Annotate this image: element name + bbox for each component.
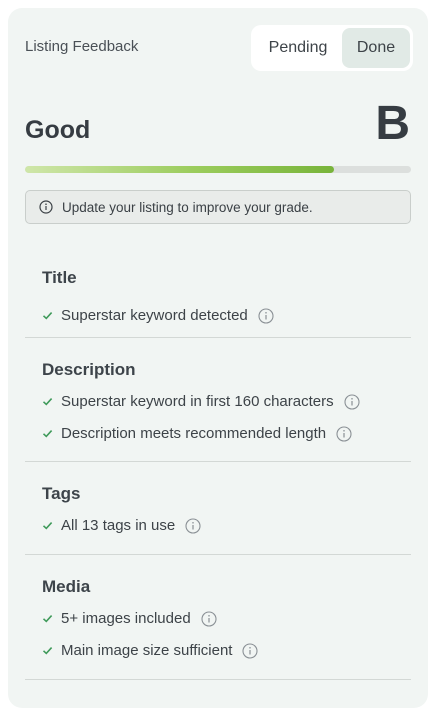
grade-label: Good [25, 116, 91, 144]
check-item-label: Main image size sufficient [61, 642, 233, 659]
notice-text: Update your listing to improve your grad… [62, 199, 313, 215]
info-icon[interactable] [201, 610, 217, 627]
check-item-label: Superstar keyword detected [61, 307, 248, 324]
grade-progress-fill [25, 166, 334, 173]
section-heading: Title [42, 268, 77, 287]
listing-feedback-panel: Listing Feedback Pending Done Good B Upd… [8, 8, 428, 708]
tab-pending[interactable]: Pending [254, 28, 342, 68]
section-title: Title Superstar keyword detected [25, 246, 411, 338]
check-item: All 13 tags in use [42, 517, 201, 534]
section-tags: Tags All 13 tags in use [25, 462, 411, 555]
grade-letter: B [375, 97, 410, 150]
section-heading: Tags [42, 484, 81, 503]
check-item-label: Superstar keyword in first 160 character… [61, 393, 334, 410]
check-item: Superstar keyword in first 160 character… [42, 393, 360, 410]
section-media: Media 5+ images included Main image size… [25, 555, 411, 680]
info-icon[interactable] [336, 425, 352, 442]
check-item: Superstar keyword detected [42, 307, 274, 324]
check-item: 5+ images included [42, 610, 217, 627]
check-icon [42, 613, 53, 624]
check-icon [42, 428, 53, 439]
info-icon[interactable] [185, 517, 201, 534]
info-icon[interactable] [242, 642, 259, 659]
section-heading: Description [42, 360, 136, 379]
check-icon [42, 520, 53, 531]
check-icon [42, 310, 53, 321]
check-icon [42, 645, 53, 656]
info-icon[interactable] [258, 307, 274, 324]
panel-title: Listing Feedback [25, 38, 139, 55]
info-icon [39, 200, 53, 214]
section-description: Description Superstar keyword in first 1… [25, 338, 411, 462]
improve-notice: Update your listing to improve your grad… [25, 190, 411, 224]
info-icon[interactable] [344, 393, 360, 410]
check-item-label: All 13 tags in use [61, 517, 176, 534]
check-item-label: Description meets recommended length [61, 425, 327, 442]
check-icon [42, 396, 53, 407]
grade-progress-bar [25, 166, 411, 173]
check-item: Main image size sufficient [42, 642, 259, 659]
check-item: Description meets recommended length [42, 425, 352, 442]
status-toggle: Pending Done [251, 25, 413, 71]
check-item-label: 5+ images included [61, 610, 191, 627]
tab-done[interactable]: Done [342, 28, 410, 68]
section-heading: Media [42, 577, 91, 596]
